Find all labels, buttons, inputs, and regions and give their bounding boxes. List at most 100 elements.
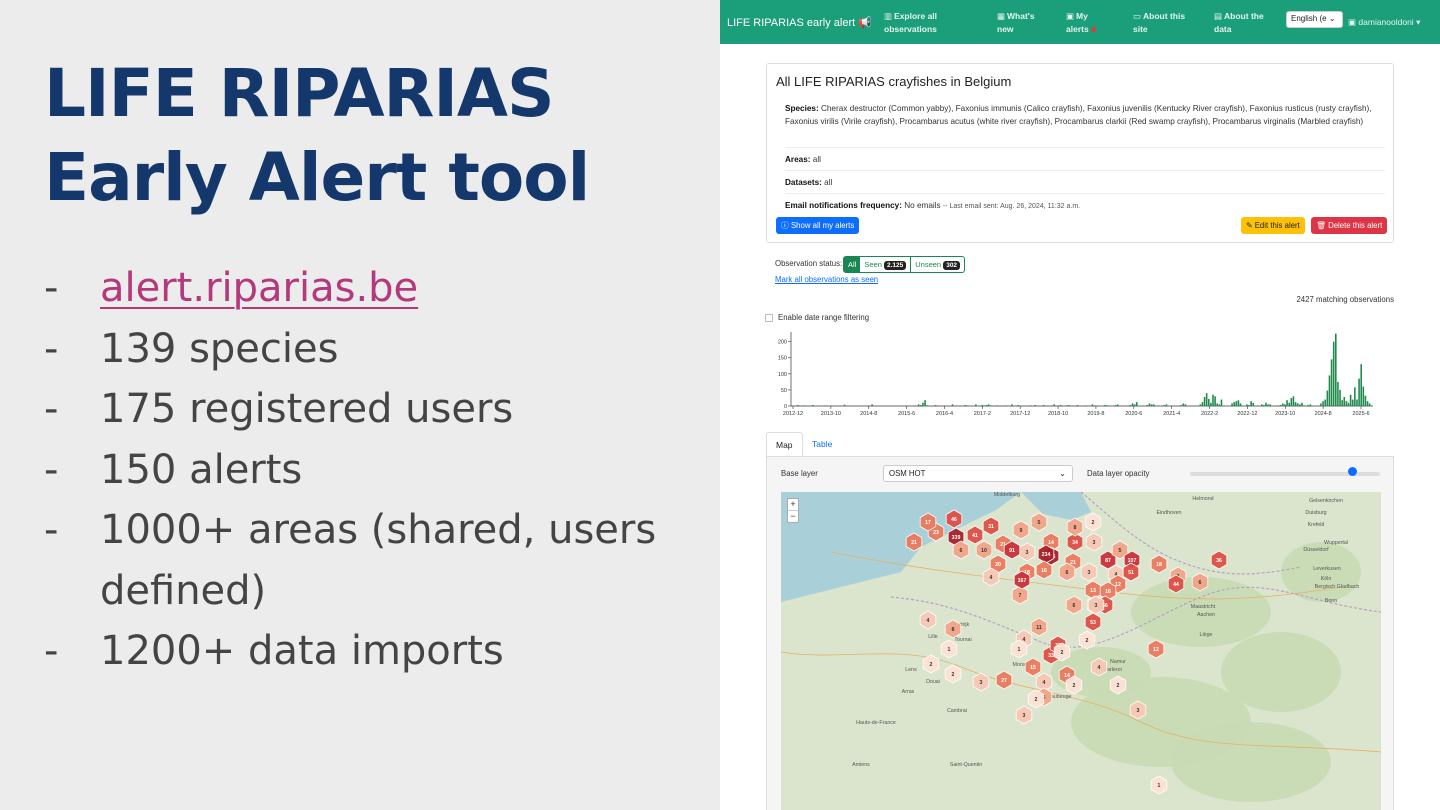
email-label: Email notifications frequency: [785,201,902,210]
nav-label: About the [1224,11,1264,21]
histogram-bar [1292,396,1295,406]
site-link[interactable]: alert.riparias.be [100,265,418,311]
histogram-bar [1362,386,1365,406]
hex-count-label: 3 [1088,570,1091,576]
tab-map[interactable]: Map [766,432,803,457]
hex-count-label: 21 [911,540,917,546]
status-all-button[interactable]: All [844,257,861,272]
username: damianooldoni [1358,17,1414,27]
histogram-bar [843,404,846,406]
histogram-bar [1322,401,1324,406]
histogram-bar [1106,405,1108,406]
observation-status-filter: All Seen 2.125 Unseen 302 [843,256,966,273]
slide-title: LIFE RIPARIAS Early Alert tool [44,52,590,220]
hex-count-label: 44 [1173,582,1179,588]
x-tick-label: 2021-4 [1163,411,1180,417]
bullet-item: -175 registered users [44,379,704,440]
bullet-text: 150 alerts [100,446,303,493]
hex-count-label: 6 [1073,603,1076,609]
histogram-bar [1220,399,1223,406]
histogram-bar [1034,405,1036,406]
place-label: Bergisch Gladbach [1315,584,1360,590]
mark-all-seen-link[interactable]: Mark all observations as seen [775,275,878,284]
navbar-brand[interactable]: LIFE RIPARIAS early alert 📢 [727,16,872,29]
y-tick-label: 200 [778,340,787,346]
hex-count-label: 91 [1009,548,1015,554]
megaphone-icon: 📢 [858,17,872,29]
histogram-bar [1296,403,1299,406]
histogram-bar [1104,405,1106,406]
hex-count-label: 34 [1072,540,1078,546]
forest-area [1171,722,1331,802]
bullet-dash: - [44,325,59,372]
edit-alert-button[interactable]: ✎ Edit this alert [1241,217,1305,234]
histogram-bar [1286,400,1288,406]
tab-table[interactable]: Table [803,432,841,457]
status-seen-button[interactable]: Seen 2.125 [860,257,910,272]
bullet-dash: - [44,386,59,432]
window-icon: ▭ [1133,11,1142,21]
histogram-bar [1347,402,1350,406]
x-tick-label: 2022-12 [1237,411,1257,417]
histogram-bar [824,405,827,406]
opacity-slider-thumb[interactable] [1347,467,1357,476]
nav-about-site[interactable]: ▭ About this site [1133,10,1185,36]
observations-histogram: 0 50 100 150 200 2012-12 2013-10 2014-8 2015-6 20… [778,332,1373,417]
checkbox[interactable] [765,313,773,322]
histogram-bar [1307,405,1310,406]
x-tick-label: 2012-12 [783,411,803,417]
date-filter-label: Enable date range filtering [778,313,870,322]
x-tick-label: 2018-10 [1048,411,1068,417]
base-layer-select[interactable]: OSM HOT ⌄ [883,465,1073,482]
hex-count-label: 2 [1061,650,1064,656]
alert-details-card: All LIFE RIPARIAS crayfishes in Belgium … [766,63,1394,243]
show-all-alerts-button[interactable]: ⓘ Show all my alerts [776,217,860,234]
histogram-bar [1184,404,1187,406]
histogram-bar [1053,404,1056,406]
histogram-bar [1210,402,1212,406]
nav-my-alerts[interactable]: ▣ My alerts [1066,10,1096,36]
observation-map[interactable]: Middelburg Helmond Eindhoven Gelsenkirchen D… [781,492,1381,810]
histogram-bar [1114,405,1117,406]
histogram-bar [1265,402,1267,406]
slide-title-line2: Early Alert tool [44,139,590,216]
histogram-bar [1341,400,1343,406]
place-label: Aachen [1197,612,1215,618]
y-tick-label: 50 [781,388,787,394]
language-select[interactable]: English (e ⌄ [1286,11,1343,28]
date-range-toggle[interactable]: Enable date range filtering [765,313,869,322]
user-menu[interactable]: ▣ damianooldoni ▾ [1348,17,1420,28]
matching-count: 2427 matching observations [1296,295,1394,304]
histogram-bar [975,404,977,406]
hex-count-label: 2 [1092,520,1095,526]
nav-whats-new[interactable]: ▦ What's new [997,10,1035,36]
hex-count-label: 51 [1128,570,1134,576]
zoom-in-button[interactable]: + [788,499,798,510]
nav-label: What's [1007,11,1035,21]
map-panel: Base layer OSM HOT ⌄ Data layer opacity M… [766,456,1394,810]
histogram-bar [1239,403,1242,406]
status-unseen-button[interactable]: Unseen 302 [910,257,964,272]
histogram-bar [1212,394,1214,406]
zoom-out-button[interactable]: − [788,510,798,522]
nav-about-data[interactable]: ▤ About the data [1214,10,1264,36]
histogram-bar [1368,403,1371,406]
map-canvas[interactable]: Middelburg Helmond Eindhoven Gelsenkirchen D… [781,492,1381,810]
histogram-bar [1030,405,1032,406]
nav-explore-observations[interactable]: ▥ Explore all observations [884,10,937,36]
histogram-bar [1235,401,1238,406]
species-row: Species: Cherax destructor (Common yabby… [785,102,1385,128]
button-label: Edit this alert [1254,221,1300,230]
histogram-bar [812,405,814,406]
hex-count-label: 1 [1158,783,1161,789]
delete-alert-button[interactable]: 🗑 Delete this alert [1311,217,1388,234]
x-tick-label: 2016-4 [936,411,953,417]
histogram-bar [1294,402,1297,406]
histogram-bar [1332,341,1335,406]
observation-status-label: Observation status: [775,259,843,268]
bullet-list: - alert.riparias.be -139 species -175 reg… [44,258,704,682]
hex-count-label: 12 [1153,647,1159,653]
place-label: Tournai [954,637,971,643]
histogram-bar [1360,364,1363,406]
histogram-bar [797,405,799,406]
